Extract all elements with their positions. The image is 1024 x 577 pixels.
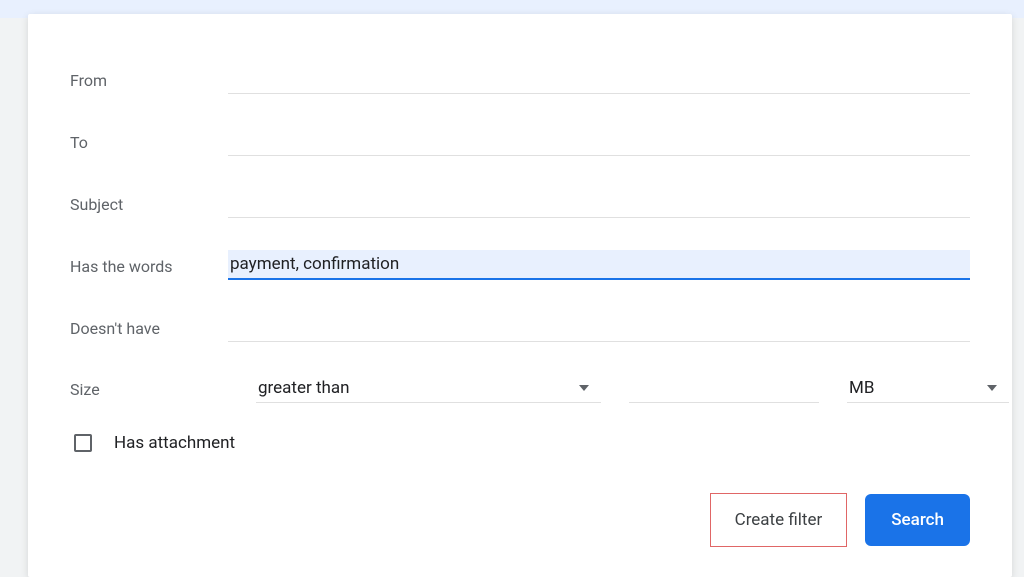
subject-label: Subject [70,195,228,218]
size-row: Size greater than MB [70,374,970,403]
chevron-down-icon [579,385,589,391]
has-words-label: Has the words [70,257,228,280]
from-label: From [70,71,228,94]
size-unit-select[interactable]: MB [847,374,1009,403]
has-words-row: Has the words [70,250,970,280]
create-filter-highlight: Create filter [710,493,848,547]
button-row: Create filter Search [70,493,970,547]
size-comparison-select[interactable]: greater than [256,374,601,403]
to-row: To [70,126,970,156]
from-input[interactable] [228,65,970,94]
has-attachment-checkbox[interactable] [74,434,92,452]
subject-input[interactable] [228,189,970,218]
subject-row: Subject [70,188,970,218]
search-options-panel: From To Subject Has the words Doesn't ha… [28,14,1012,577]
chevron-down-icon [987,385,997,391]
size-amount-input[interactable] [629,374,819,403]
doesnt-have-row: Doesn't have [70,312,970,342]
to-label: To [70,133,228,156]
search-button[interactable]: Search [865,494,970,546]
size-label: Size [70,380,228,403]
doesnt-have-input[interactable] [228,313,970,342]
size-unit-value: MB [849,378,874,398]
has-attachment-label: Has attachment [114,433,235,453]
doesnt-have-label: Doesn't have [70,319,228,342]
create-filter-button[interactable]: Create filter [711,494,847,546]
size-comparison-value: greater than [258,378,350,398]
to-input[interactable] [228,127,970,156]
has-attachment-row: Has attachment [70,433,970,453]
from-row: From [70,64,970,94]
has-words-input[interactable] [228,250,970,280]
